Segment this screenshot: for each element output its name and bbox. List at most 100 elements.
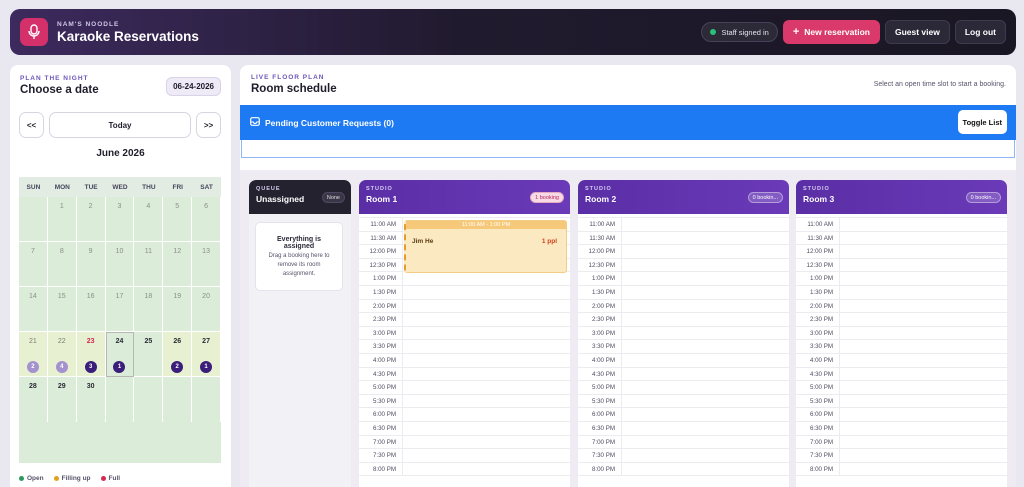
calendar-day[interactable]: 29 (47, 377, 77, 422)
time-slot[interactable]: 7:30 PM (578, 449, 789, 463)
calendar-day[interactable]: 22 4 (47, 332, 77, 377)
calendar-day[interactable]: 13 (192, 242, 221, 287)
next-month-button[interactable]: >> (196, 112, 221, 138)
time-slot[interactable]: 2:30 PM (796, 313, 1007, 327)
time-slot[interactable]: 1:30 PM (796, 285, 1007, 300)
time-slot[interactable]: 3:00 PM (359, 326, 570, 341)
guest-view-button[interactable]: Guest view (884, 20, 950, 44)
time-label: 12:00 PM (359, 245, 403, 258)
calendar-day[interactable]: 14 (19, 287, 48, 332)
time-slot[interactable]: 1:00 PM (359, 272, 570, 286)
calendar-day[interactable]: 24 1 (105, 332, 135, 377)
calendar-day[interactable]: 15 (47, 287, 77, 332)
calendar-day[interactable]: 25 (134, 332, 164, 377)
time-label: 7:30 PM (578, 449, 622, 462)
calendar-day[interactable]: 20 (192, 287, 221, 332)
time-slot[interactable]: 6:30 PM (796, 421, 1007, 436)
calendar-day[interactable]: 16 (76, 287, 106, 332)
time-slot[interactable]: 8:00 PM (578, 462, 789, 477)
calendar-day[interactable]: 23 3 (76, 332, 106, 377)
toggle-list-button[interactable]: Toggle List (957, 110, 1007, 134)
calendar-day[interactable]: 4 (134, 197, 164, 242)
time-slot[interactable]: 8:00 PM (359, 462, 570, 477)
time-slot[interactable]: 3:00 PM (578, 326, 789, 341)
calendar-day[interactable]: 17 (105, 287, 135, 332)
time-slot[interactable]: 5:00 PM (578, 381, 789, 395)
time-slot[interactable]: 1:00 PM (796, 272, 1007, 286)
calendar-day[interactable]: 5 (163, 197, 193, 242)
time-slot[interactable]: 7:30 PM (796, 449, 1007, 463)
selected-date-badge[interactable]: 06-24-2026 (166, 77, 221, 96)
new-reservation-button[interactable]: + New reservation (782, 20, 880, 44)
time-slot[interactable]: 5:30 PM (578, 394, 789, 409)
time-slot[interactable]: 5:00 PM (359, 381, 570, 395)
time-slot[interactable]: 1:30 PM (578, 285, 789, 300)
prev-month-button[interactable]: << (19, 112, 44, 138)
time-slot[interactable]: 6:30 PM (578, 421, 789, 436)
time-slot[interactable]: 7:00 PM (578, 435, 789, 450)
calendar-day[interactable]: 2 (76, 197, 106, 242)
date-picker-panel: PLAN THE NIGHT Choose a date 06-24-2026 … (10, 65, 231, 487)
time-slot[interactable]: 8:00 PM (796, 462, 1007, 477)
time-slot[interactable]: 2:00 PM (578, 299, 789, 314)
time-slot[interactable]: 2:30 PM (578, 313, 789, 327)
today-button[interactable]: Today (49, 112, 191, 138)
calendar-day[interactable]: 18 (134, 287, 164, 332)
time-label: 3:30 PM (578, 340, 622, 353)
time-slot[interactable]: 11:00 AM (578, 218, 789, 232)
time-slot[interactable]: 5:00 PM (796, 381, 1007, 395)
time-slot[interactable]: 12:00 PM (796, 245, 1007, 259)
unassigned-dropzone[interactable]: Everything is assigned Drag a booking he… (255, 222, 343, 291)
calendar-day[interactable]: 27 1 (192, 332, 221, 377)
time-slot[interactable]: 2:00 PM (359, 299, 570, 314)
time-slot[interactable]: 6:30 PM (359, 421, 570, 436)
time-slot[interactable]: 12:30 PM (796, 258, 1007, 273)
time-slot[interactable]: 6:00 PM (578, 408, 789, 422)
time-label: 4:00 PM (359, 353, 403, 367)
time-slot[interactable]: 7:30 PM (359, 449, 570, 463)
time-slot[interactable]: 3:00 PM (796, 326, 1007, 341)
time-slot[interactable]: 5:30 PM (796, 394, 1007, 409)
calendar-day[interactable]: 9 (76, 242, 106, 287)
time-slot[interactable]: 6:00 PM (359, 408, 570, 422)
time-slot[interactable]: 12:00 PM (578, 245, 789, 259)
calendar-day[interactable]: 7 (19, 242, 48, 287)
calendar-day[interactable]: 12 (163, 242, 193, 287)
time-slot[interactable]: 11:30 AM (796, 231, 1007, 246)
logout-button[interactable]: Log out (954, 20, 1006, 44)
time-label: 11:30 AM (578, 231, 622, 245)
time-slot[interactable]: 7:00 PM (796, 435, 1007, 450)
time-slot[interactable]: 11:30 AM (578, 231, 789, 246)
time-slot[interactable]: 4:30 PM (359, 367, 570, 382)
calendar-kicker: PLAN THE NIGHT (20, 75, 89, 82)
time-slot[interactable]: 4:30 PM (796, 367, 1007, 382)
calendar-day[interactable]: 26 2 (163, 332, 193, 377)
time-slot[interactable]: 6:00 PM (796, 408, 1007, 422)
time-slot[interactable]: 11:00 AM (796, 218, 1007, 232)
calendar-day[interactable]: 3 (105, 197, 135, 242)
time-slot[interactable]: 7:00 PM (359, 435, 570, 450)
time-slot[interactable]: 3:30 PM (578, 340, 789, 354)
calendar-day[interactable]: 10 (105, 242, 135, 287)
time-slot[interactable]: 5:30 PM (359, 394, 570, 409)
time-slot[interactable]: 3:30 PM (796, 340, 1007, 354)
calendar-day[interactable]: 19 (163, 287, 193, 332)
time-slot[interactable]: 2:30 PM (359, 313, 570, 327)
time-slot[interactable]: 1:30 PM (359, 285, 570, 300)
calendar-day[interactable]: 8 (47, 242, 77, 287)
calendar-day[interactable]: 28 (19, 377, 48, 422)
time-slot[interactable]: 12:30 PM (578, 258, 789, 273)
calendar-day[interactable]: 6 (192, 197, 221, 242)
calendar-day[interactable]: 1 (47, 197, 77, 242)
time-slot[interactable]: 4:00 PM (578, 353, 789, 368)
time-slot[interactable]: 1:00 PM (578, 272, 789, 286)
time-slot[interactable]: 2:00 PM (796, 299, 1007, 314)
calendar-day[interactable]: 11 (134, 242, 164, 287)
time-slot[interactable]: 4:30 PM (578, 367, 789, 382)
time-slot[interactable]: 3:30 PM (359, 340, 570, 354)
calendar-day[interactable]: 21 2 (19, 332, 48, 377)
time-slot[interactable]: 4:00 PM (359, 353, 570, 368)
booking-card[interactable]: 11:00 AM - 1:00 PM Jim He 1 ppl (404, 220, 567, 273)
calendar-day[interactable]: 30 (76, 377, 106, 422)
time-slot[interactable]: 4:00 PM (796, 353, 1007, 368)
